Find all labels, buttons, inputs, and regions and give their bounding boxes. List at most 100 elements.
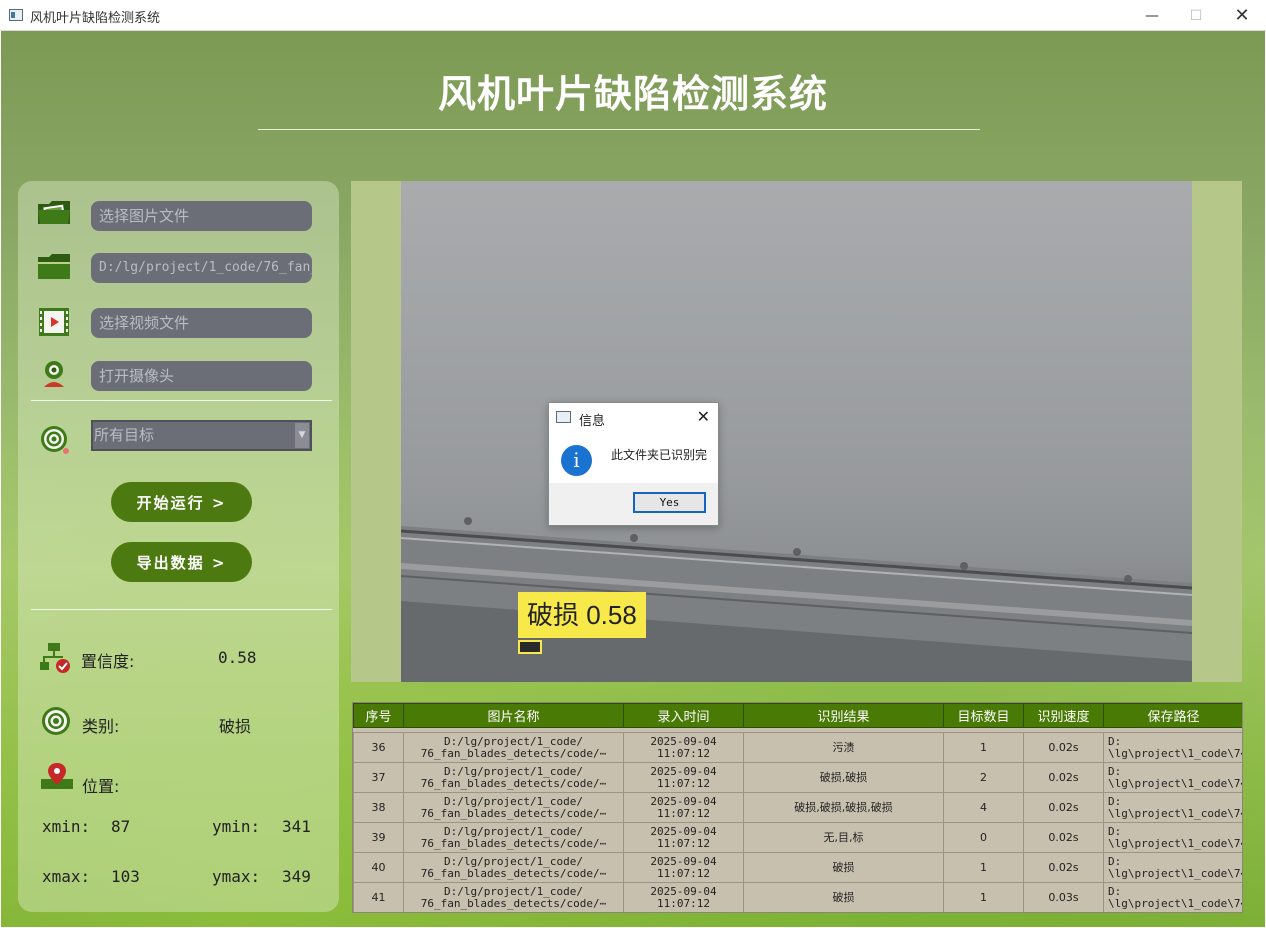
video-file-input[interactable]: 选择视频文件	[91, 308, 312, 338]
class-icon	[41, 705, 77, 737]
cell-id: 36	[353, 732, 404, 763]
cell-speed: 0.02s	[1023, 732, 1104, 763]
cell-speed: 0.02s	[1023, 852, 1104, 883]
column-header[interactable]: 图片名称	[403, 703, 624, 728]
cell-id: 41	[353, 882, 404, 912]
column-header[interactable]: 识别速度	[1023, 703, 1104, 728]
divider	[31, 400, 332, 401]
minimize-button[interactable]: —	[1129, 0, 1175, 31]
cell-name: D:/lg/project/1_code/ 76_fan_blades_dete…	[403, 732, 624, 763]
cell-result: 破损	[743, 852, 944, 883]
cell-result: 破损,破损,破损,破损	[743, 792, 944, 823]
column-header[interactable]: 识别结果	[743, 703, 944, 728]
detection-label: 破损 0.58	[518, 592, 646, 638]
cell-save-path: D: \lg\project\1_code\7⋯	[1103, 762, 1242, 793]
confidence-label: 置信度:	[81, 652, 135, 671]
position-label: 位置:	[82, 777, 120, 796]
cell-count: 0	[943, 822, 1024, 853]
class-label: 类别:	[82, 717, 120, 736]
control-panel: 选择图片文件 D:/lg/project/1_code/76_fan_blade…	[18, 181, 339, 912]
ymax-value: 349	[282, 867, 311, 886]
confidence-value: 0.58	[218, 648, 257, 667]
column-header[interactable]: 目标数目	[943, 703, 1024, 728]
title-underline	[258, 129, 980, 130]
cell-time: 2025-09-04 11:07:12	[623, 852, 744, 883]
cell-result: 污渍	[743, 732, 944, 763]
class-value: 破损	[219, 717, 252, 736]
cell-result: 破损,破损	[743, 762, 944, 793]
camera-icon[interactable]	[39, 359, 75, 391]
chevron-down-icon[interactable]: ▼	[295, 423, 309, 448]
image-folder-icon[interactable]	[36, 196, 72, 228]
cell-count: 2	[943, 762, 1024, 793]
column-header[interactable]: 序号	[353, 703, 404, 728]
cell-count: 1	[943, 882, 1024, 912]
cell-save-path: D: \lg\project\1_code\7⋯	[1103, 732, 1242, 763]
table-header-row: 序号 图片名称 录入时间 识别结果 目标数目 识别速度 保存路径	[353, 703, 1242, 728]
xmax-label: xmax:	[42, 867, 91, 886]
info-icon: i	[561, 445, 592, 476]
detection-box	[518, 640, 542, 654]
cell-name: D:/lg/project/1_code/ 76_fan_blades_dete…	[403, 762, 624, 793]
image-file-input[interactable]: 选择图片文件	[91, 201, 312, 231]
location-pin-icon	[41, 761, 77, 793]
window-titlebar: 风机叶片缺陷检测系统 — ☐ ✕	[0, 0, 1266, 31]
cell-count: 1	[943, 732, 1024, 763]
column-header[interactable]: 保存路径	[1103, 703, 1242, 728]
cell-count: 1	[943, 852, 1024, 883]
close-button[interactable]: ✕	[1219, 0, 1265, 31]
folder-icon[interactable]	[36, 251, 72, 283]
cell-time: 2025-09-04 11:07:12	[623, 762, 744, 793]
page-title: 风机叶片缺陷检测系统	[437, 72, 828, 116]
ymin-label: ymin:	[212, 817, 261, 836]
cell-id: 37	[353, 762, 404, 793]
ymin-value: 341	[282, 817, 311, 836]
folder-path-input[interactable]: D:/lg/project/1_code/76_fan_blades_detec…	[91, 253, 312, 283]
yes-button[interactable]: Yes	[633, 492, 706, 513]
cell-save-path: D: \lg\project\1_code\7⋯	[1103, 882, 1242, 912]
video-file-icon[interactable]	[38, 307, 74, 339]
camera-input[interactable]: 打开摄像头	[91, 361, 312, 391]
target-select-value: 所有目标	[94, 426, 155, 444]
divider	[31, 609, 332, 610]
cell-result: 无,目,标	[743, 822, 944, 853]
target-select[interactable]: 所有目标 ▼	[91, 420, 312, 451]
xmin-label: xmin:	[42, 817, 91, 836]
detection-image: 破损 0.58	[401, 181, 1192, 682]
table-row[interactable]: 38 D:/lg/project/1_code/ 76_fan_blades_d…	[353, 792, 1242, 823]
xmax-value: 103	[111, 867, 140, 886]
cell-save-path: D: \lg\project\1_code\7⋯	[1103, 792, 1242, 823]
dialog-message: 此文件夹已识别完	[611, 448, 708, 462]
table-row[interactable]: 40 D:/lg/project/1_code/ 76_fan_blades_d…	[353, 852, 1242, 883]
cell-name: D:/lg/project/1_code/ 76_fan_blades_dete…	[403, 852, 624, 883]
cell-save-path: D: \lg\project\1_code\7⋯	[1103, 822, 1242, 853]
table-row[interactable]: 36 D:/lg/project/1_code/ 76_fan_blades_d…	[353, 732, 1242, 763]
cell-count: 4	[943, 792, 1024, 823]
cell-id: 40	[353, 852, 404, 883]
dialog-close-icon[interactable]: ✕	[697, 407, 710, 426]
results-table[interactable]: 序号 图片名称 录入时间 识别结果 目标数目 识别速度 保存路径 36 D:/l…	[352, 702, 1243, 913]
start-button[interactable]: 开始运行 >	[111, 482, 252, 522]
cell-speed: 0.02s	[1023, 762, 1104, 793]
column-header[interactable]: 录入时间	[623, 703, 744, 728]
cell-name: D:/lg/project/1_code/ 76_fan_blades_dete…	[403, 822, 624, 853]
table-row[interactable]: 39 D:/lg/project/1_code/ 76_fan_blades_d…	[353, 822, 1242, 853]
cell-id: 39	[353, 822, 404, 853]
cell-name: D:/lg/project/1_code/ 76_fan_blades_dete…	[403, 792, 624, 823]
cell-time: 2025-09-04 11:07:12	[623, 732, 744, 763]
xmin-value: 87	[111, 817, 131, 836]
cell-result: 破损	[743, 882, 944, 912]
info-dialog: 信息 ✕ i 此文件夹已识别完 Yes	[548, 402, 719, 526]
target-icon	[39, 424, 75, 456]
table-row[interactable]: 41 D:/lg/project/1_code/ 76_fan_blades_d…	[353, 882, 1242, 912]
cell-speed: 0.03s	[1023, 882, 1104, 912]
maximize-button[interactable]: ☐	[1173, 0, 1219, 31]
table-row[interactable]: 37 D:/lg/project/1_code/ 76_fan_blades_d…	[353, 762, 1242, 793]
dialog-app-icon	[556, 411, 571, 423]
window-title: 风机叶片缺陷检测系统	[30, 11, 161, 26]
export-button[interactable]: 导出数据 >	[111, 542, 252, 582]
cell-speed: 0.02s	[1023, 822, 1104, 853]
cell-speed: 0.02s	[1023, 792, 1104, 823]
ymax-label: ymax:	[212, 867, 261, 886]
confidence-icon	[40, 642, 76, 674]
